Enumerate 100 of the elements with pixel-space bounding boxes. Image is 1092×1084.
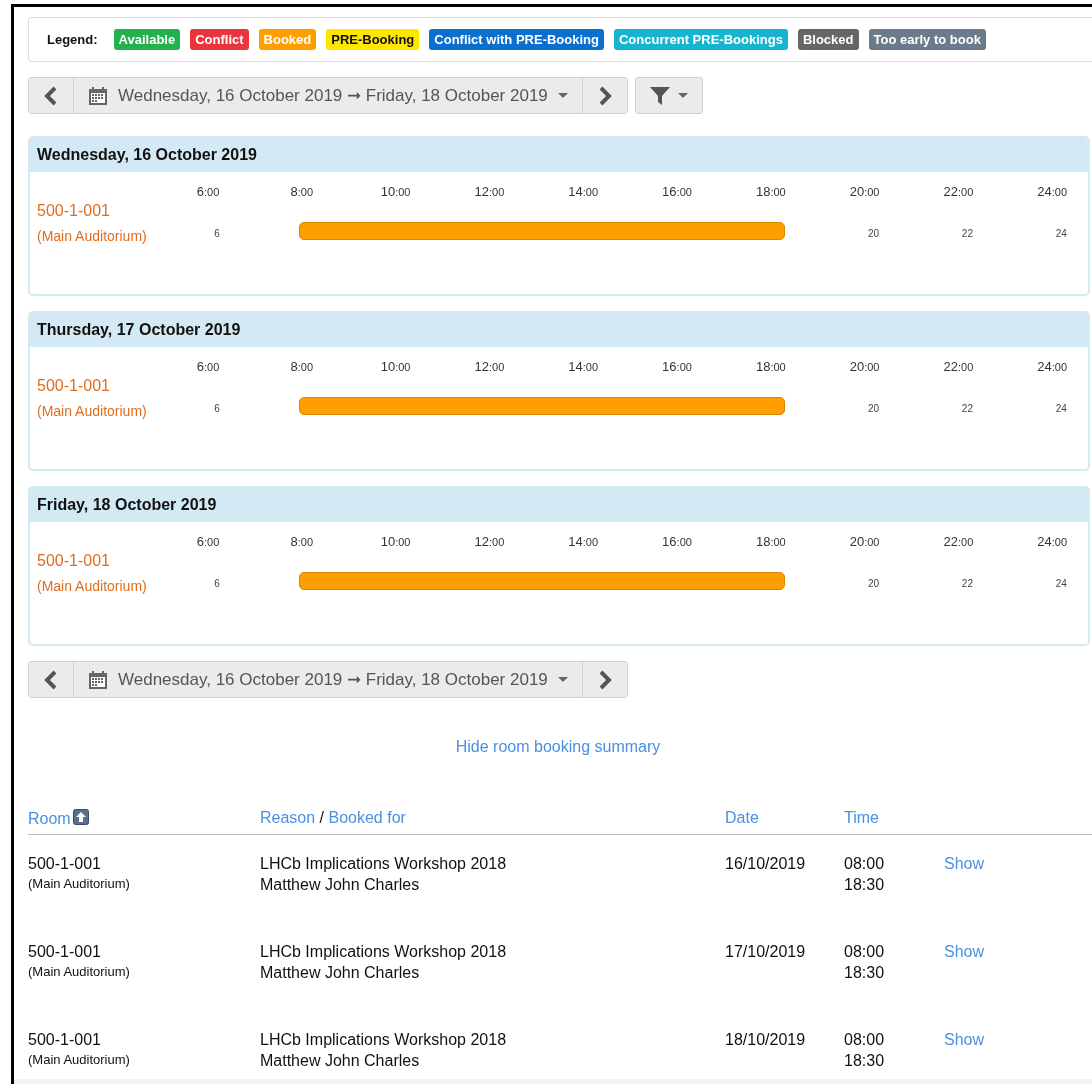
previous-button[interactable]: [29, 78, 73, 113]
hour-label: 22:00: [943, 184, 974, 199]
sort-up-icon[interactable]: [72, 809, 89, 825]
chevron-right-icon: [597, 669, 613, 690]
date-cell: 17/10/2019: [725, 943, 806, 961]
show-link[interactable]: Show: [944, 1031, 985, 1048]
booked-for-cell: Matthew John Charles: [260, 964, 420, 982]
room-detail: (Main Auditorium): [37, 578, 147, 594]
room-name[interactable]: 500-1-001: [37, 377, 110, 395]
hour-label: 22:00: [943, 534, 974, 549]
hour-label: 18:00: [755, 534, 786, 549]
caret-down-icon: [557, 92, 568, 99]
room-name[interactable]: 500-1-001: [37, 202, 110, 220]
chevron-left-icon: [43, 85, 59, 106]
calendar-icon: [88, 669, 108, 690]
start-time-cell: 08:00: [844, 943, 885, 961]
reason-cell: LHCb Implications Workshop 2018: [260, 1031, 507, 1049]
legend-badge: Available: [113, 29, 181, 50]
hour-label: 16:00: [662, 359, 692, 374]
hour-label: 16:00: [662, 534, 692, 549]
previous-button[interactable]: [29, 662, 73, 697]
legend-badge: Blocked: [797, 29, 859, 50]
hour-label: 22:00: [943, 359, 974, 374]
hour-label: 20:00: [849, 534, 880, 549]
room-detail-cell: (Main Auditorium): [28, 964, 130, 979]
date-range-button[interactable]: Wednesday, 16 October 2019 ➞ Friday, 18 October 2019: [73, 78, 582, 113]
booked-for-cell: Matthew John Charles: [260, 1052, 420, 1070]
hour-label: 12:00: [474, 359, 505, 374]
hour-label: 18:00: [755, 359, 786, 374]
hour-mark: 24: [1055, 403, 1067, 414]
hour-mark: 6: [214, 578, 220, 589]
room-detail-cell: (Main Auditorium): [28, 876, 130, 891]
show-link[interactable]: Show: [944, 943, 985, 960]
hour-label: 24:00: [1037, 534, 1068, 549]
end-time-cell: 18:30: [844, 876, 885, 894]
legend-badge: Conflict: [190, 29, 249, 50]
column-sort-link[interactable]: Room: [28, 810, 71, 827]
calendar-icon: [88, 85, 108, 106]
start-time-cell: 08:00: [844, 855, 885, 873]
hour-mark: 24: [1055, 228, 1067, 239]
start-time-cell: 08:00: [844, 1031, 885, 1049]
booked-for-cell: Matthew John Charles: [260, 876, 420, 894]
legend-label: Legend:: [47, 32, 98, 47]
hide-summary-link[interactable]: Hide room booking summary: [455, 738, 661, 756]
hour-label: 20:00: [849, 359, 880, 374]
hour-mark: 20: [868, 403, 880, 414]
hour-label: 12:00: [474, 534, 505, 549]
hour-mark: 24: [1055, 578, 1067, 589]
filter-button[interactable]: [635, 77, 703, 114]
legend-badge: PRE-Booking: [326, 29, 420, 50]
column-sort-link[interactable]: Time: [844, 809, 879, 826]
hour-label: 12:00: [474, 184, 505, 199]
legend-badge: Concurrent PRE-Bookings: [613, 29, 788, 50]
caret-down-icon: [557, 676, 568, 683]
hour-label: 18:00: [755, 184, 786, 199]
hour-mark: 22: [961, 578, 973, 589]
hour-label: 6:00: [196, 184, 220, 199]
legend-badge: Conflict with PRE-Booking: [429, 29, 604, 50]
column-sort-link[interactable]: Booked for: [328, 809, 406, 826]
legend-badge: Booked: [258, 29, 317, 50]
room-name[interactable]: 500-1-001: [37, 552, 110, 570]
end-time-cell: 18:30: [844, 1052, 885, 1070]
reason-cell: LHCb Implications Workshop 2018: [260, 943, 507, 961]
hour-mark: 6: [214, 403, 220, 414]
next-button[interactable]: [582, 662, 627, 697]
end-time-cell: 18:30: [844, 964, 885, 982]
hour-mark: 20: [868, 578, 880, 589]
hour-label: 10:00: [380, 359, 411, 374]
hour-label: 8:00: [290, 359, 314, 374]
hour-label: 10:00: [380, 184, 411, 199]
room-detail: (Main Auditorium): [37, 228, 147, 244]
day-title: Friday, 18 October 2019: [30, 488, 1088, 522]
date-range-button[interactable]: Wednesday, 16 October 2019 ➞ Friday, 18 October 2019: [73, 662, 582, 697]
hour-label: 20:00: [849, 184, 880, 199]
room-detail-cell: (Main Auditorium): [28, 1052, 130, 1067]
chevron-left-icon: [43, 669, 59, 690]
caret-down-icon: [678, 92, 688, 99]
legend-badge: Too early to book: [868, 29, 986, 50]
hour-label: 6:00: [196, 534, 220, 549]
hour-label: 16:00: [662, 184, 692, 199]
column-sort-link[interactable]: Date: [725, 809, 759, 826]
hour-label: 14:00: [568, 359, 599, 374]
filter-icon: [650, 86, 670, 105]
hour-mark: 20: [868, 228, 880, 239]
hour-label: 6:00: [196, 359, 220, 374]
hour-label: 24:00: [1037, 359, 1068, 374]
day-title: Wednesday, 16 October 2019: [30, 138, 1088, 172]
room-detail: (Main Auditorium): [37, 403, 147, 419]
chevron-right-icon: [597, 85, 613, 106]
hour-label: 24:00: [1037, 184, 1068, 199]
next-button[interactable]: [582, 78, 627, 113]
separator-text: /: [318, 809, 326, 826]
day-title: Thursday, 17 October 2019: [30, 313, 1088, 347]
show-link[interactable]: Show: [944, 855, 985, 872]
date-cell: 16/10/2019: [725, 855, 806, 873]
hour-label: 8:00: [290, 184, 314, 199]
column-sort-link[interactable]: Reason: [260, 809, 316, 826]
room-cell: 500-1-001: [28, 855, 101, 873]
hour-label: 14:00: [568, 534, 599, 549]
hour-label: 10:00: [380, 534, 411, 549]
